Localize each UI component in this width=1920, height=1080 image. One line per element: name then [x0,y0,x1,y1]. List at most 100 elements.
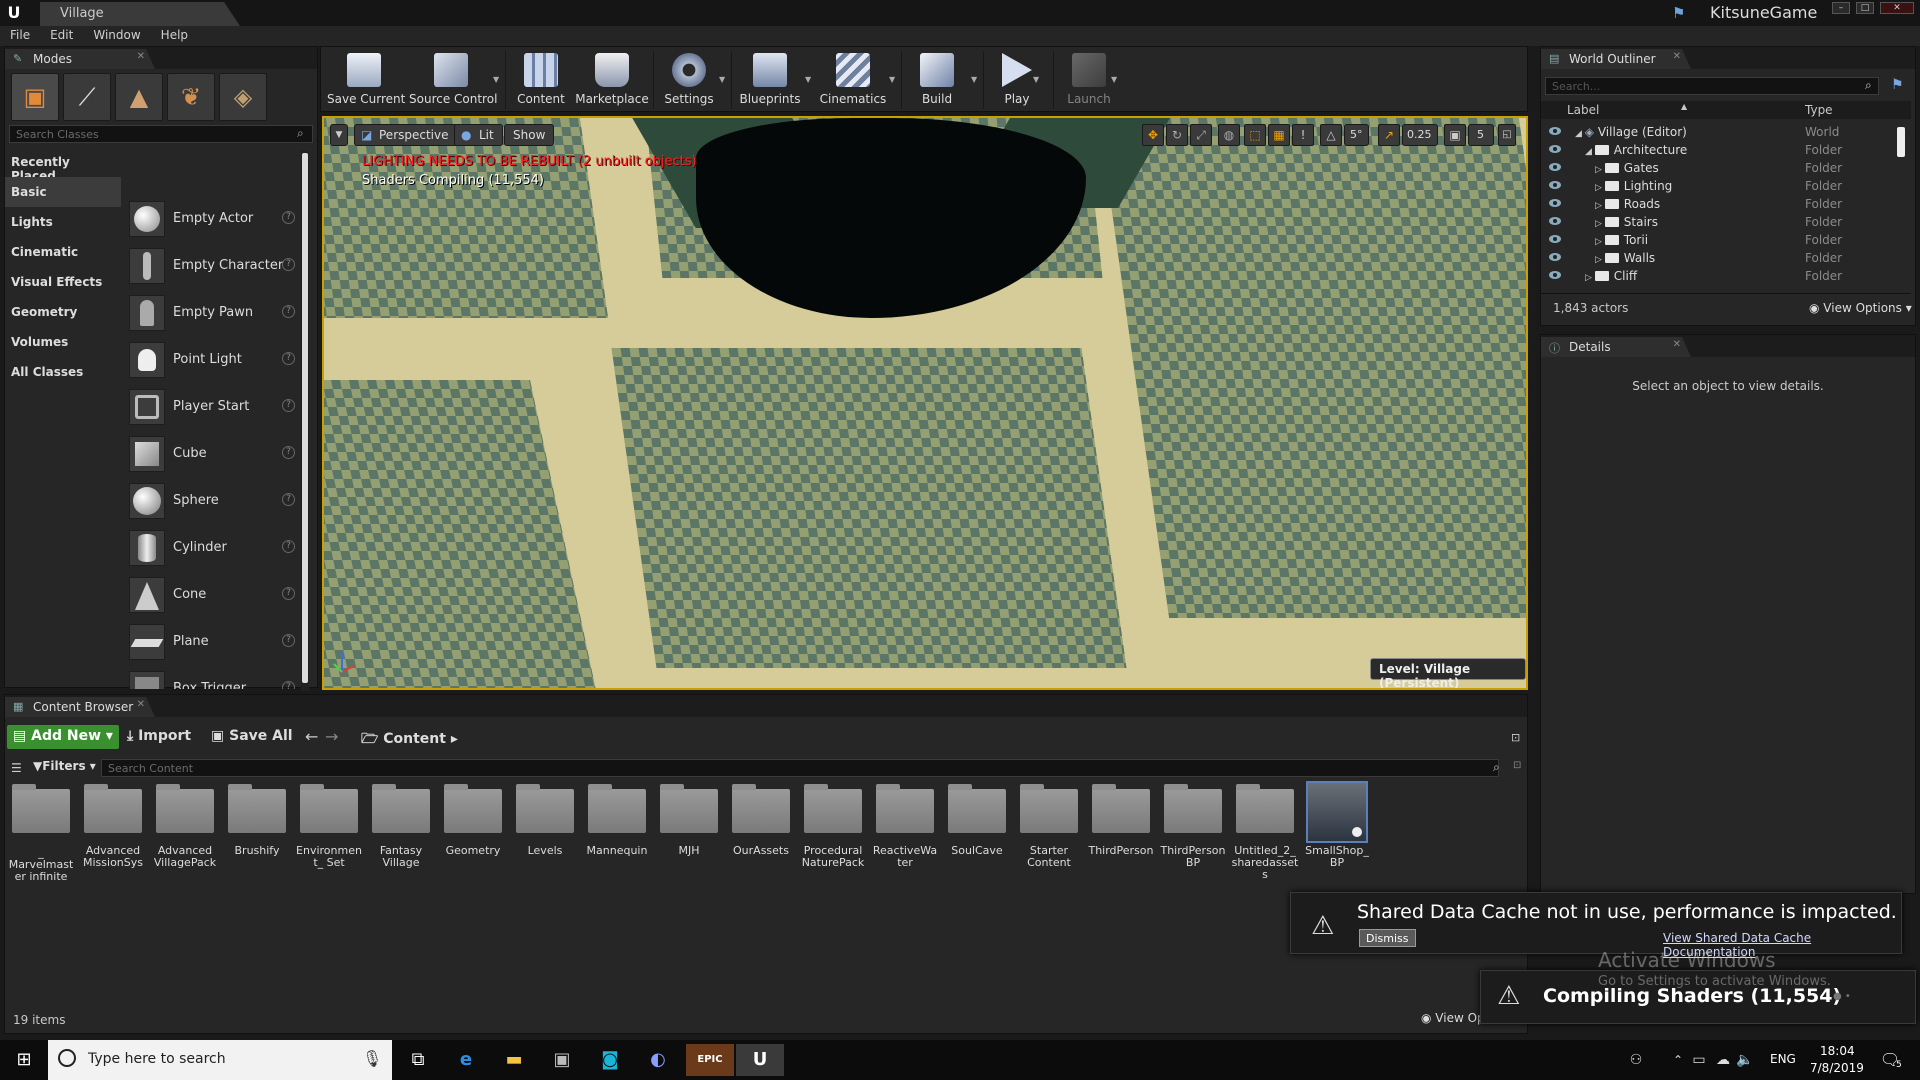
close-tab-icon[interactable]: ✕ [137,699,145,710]
folder-item[interactable]: Starter Content [1015,784,1083,869]
expand-icon[interactable]: ▷ [1595,237,1605,247]
build-button[interactable]: Build [907,51,967,111]
close-window-button[interactable]: ✕ [1880,2,1914,14]
windows-start-icon[interactable]: ⊞ [0,1044,48,1076]
blueprints-dropdown-icon[interactable]: ▼ [805,75,811,84]
actor-box-trigger[interactable]: Box Trigger? [125,667,301,689]
clock-time[interactable]: 18:04 [1820,1044,1855,1058]
content-browser-tab[interactable]: ▦ Content Browser ✕ [5,697,155,717]
unreal-editor-icon[interactable]: U [736,1044,784,1076]
epic-games-icon[interactable]: EPIC [686,1044,734,1076]
world-outliner-tab[interactable]: ▤ World Outliner ✕ [1541,49,1691,69]
camera-speed-value[interactable]: 5 [1468,124,1494,146]
surface-snap-icon[interactable]: ⬚ [1244,124,1266,146]
level-viewport[interactable]: ▼ ◪ Perspective ● Lit Show LIGHTING NEEDS … [322,116,1528,690]
visibility-eye-icon[interactable] [1549,198,1561,208]
folder-item[interactable]: Fantasy Village [367,784,435,869]
grid-snap-icon[interactable]: ▦ [1268,124,1290,146]
category-geometry[interactable]: Geometry [5,297,121,327]
help-icon[interactable]: ? [282,493,295,506]
show-button[interactable]: Show [504,124,555,146]
perspective-button[interactable]: ◪ Perspective [354,124,458,146]
outliner-row[interactable]: ▷ Cliff Folder [1541,267,1911,285]
scrollbar-thumb[interactable] [302,153,308,683]
visibility-eye-icon[interactable] [1549,162,1561,172]
details-tab[interactable]: ⓘ Details ✕ [1541,337,1691,357]
blueprints-button[interactable]: Blueprints [737,51,803,111]
scale-snap-value[interactable]: 0.25 [1402,124,1438,146]
show-hidden-icons-icon[interactable]: ⌃ [1670,1044,1686,1076]
settings-button[interactable]: Settings [659,51,719,111]
save-search-icon[interactable]: ⊡ [1513,760,1521,771]
task-view-icon[interactable]: ⧉ [394,1044,442,1076]
filters-button[interactable]: ▼Filters ▾ [33,759,96,777]
outliner-row[interactable]: ◢ ◈ Village (Editor) World [1541,123,1911,141]
maximize-button[interactable]: □ [1856,2,1874,14]
close-tab-icon[interactable]: ✕ [1673,339,1681,350]
forward-arrow-icon[interactable]: → [325,727,338,746]
volume-icon[interactable]: 🔈 [1734,1044,1756,1076]
launch-button[interactable]: Launch [1059,51,1119,111]
search-content-input[interactable]: Search Content [101,759,1499,777]
folder-item[interactable]: Geometry [439,784,507,857]
path-breadcrumb[interactable]: 🗁 Content ▸ [355,725,464,749]
outliner-row[interactable]: ▷ Stairs Folder [1541,213,1911,231]
add-filter-icon[interactable]: ⚑ [1891,77,1904,93]
category-all-classes[interactable]: All Classes [5,357,121,387]
rotation-snap-value[interactable]: 5° [1344,124,1369,146]
category-recently-placed[interactable]: Recently Placed [5,147,121,183]
actor-empty-pawn[interactable]: Empty Pawn? [125,291,301,338]
actor-point-light[interactable]: Point Light? [125,338,301,385]
outliner-search-input[interactable]: Search... [1545,77,1879,95]
maximize-viewport-icon[interactable]: ◱ [1498,124,1516,146]
menu-file[interactable]: File [0,26,40,44]
microphone-icon[interactable]: 🎙 [362,1049,382,1068]
visibility-eye-icon[interactable] [1549,270,1561,280]
app-icon[interactable]: ◙ [586,1044,634,1076]
folder-item[interactable]: OurAssets [727,784,795,857]
folder-item[interactable]: Untitled_2_ sharedassets [1231,784,1299,881]
help-icon[interactable]: ? [282,305,295,318]
expand-icon[interactable]: ▷ [1595,165,1605,175]
menu-help[interactable]: Help [151,26,198,44]
translate-tool-icon[interactable]: ✥ [1142,124,1164,146]
folder-item[interactable]: SoulCave [943,784,1011,857]
category-lights[interactable]: Lights [5,207,121,237]
actor-empty-actor[interactable]: Empty Actor? [125,197,301,244]
discord-icon[interactable]: ◐ [634,1044,682,1076]
visibility-eye-icon[interactable] [1549,216,1561,226]
folder-item[interactable]: Advanced MissionSys [79,784,147,869]
modes-tab[interactable]: ✎ Modes ✕ [5,49,155,69]
category-cinematic[interactable]: Cinematic [5,237,121,267]
close-tab-icon[interactable]: ✕ [137,51,145,62]
help-icon[interactable]: ? [282,352,295,365]
onedrive-icon[interactable]: ☁ [1712,1044,1734,1076]
search-classes-input[interactable]: Search Classes [9,125,313,143]
level-tab[interactable]: Village [40,2,240,26]
help-icon[interactable]: ? [282,540,295,553]
rotation-snap-icon[interactable]: △ [1320,124,1342,146]
outliner-row[interactable]: ▷ Lighting Folder [1541,177,1911,195]
folder-item[interactable]: Levels [511,784,579,857]
marketplace-button[interactable]: Marketplace [575,51,649,111]
clock-date[interactable]: 7/8/2019 [1810,1061,1864,1075]
import-button[interactable]: ⤓ Import [121,725,197,749]
expand-icon[interactable]: ▷ [1595,201,1605,211]
back-arrow-icon[interactable]: ← [305,727,318,746]
outliner-row[interactable]: ▷ Gates Folder [1541,159,1911,177]
lock-icon[interactable]: ⊡ [1511,731,1520,744]
world-local-icon[interactable]: ◍ [1218,124,1240,146]
actor-plane[interactable]: Plane? [125,620,301,667]
folder-item[interactable]: ThirdPerson [1087,784,1155,857]
category-basic[interactable]: Basic [5,177,121,207]
cinematics-button[interactable]: Cinematics [819,51,887,111]
help-icon[interactable]: ? [282,446,295,459]
folder-item[interactable]: Environment_ Set [295,784,363,869]
actor-cube[interactable]: Cube? [125,432,301,479]
visibility-eye-icon[interactable] [1549,180,1561,190]
add-new-button[interactable]: ▤ Add New ▾ [7,725,119,749]
view-options-button[interactable]: ◉ View Options ▾ [1809,301,1912,315]
viewport-options-dropdown[interactable]: ▼ [330,124,348,146]
actor-sphere[interactable]: Sphere? [125,479,301,526]
play-dropdown-icon[interactable]: ▼ [1033,75,1039,84]
